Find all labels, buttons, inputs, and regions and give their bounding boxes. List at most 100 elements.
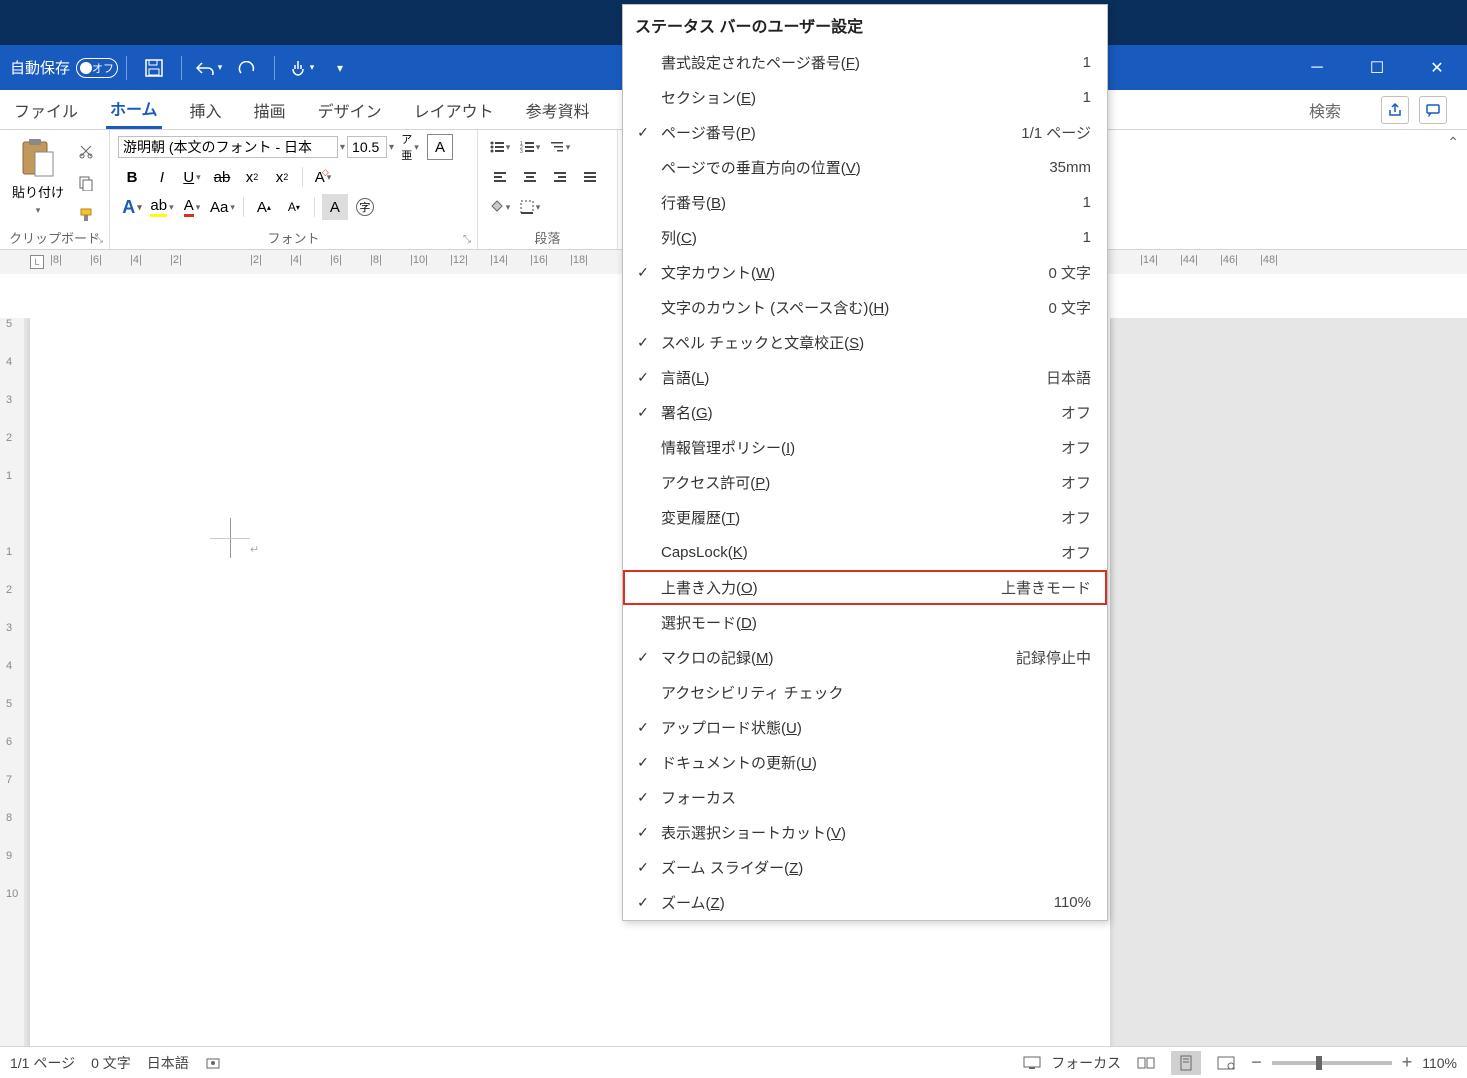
- font-dialog-launcher[interactable]: ⤡: [463, 234, 471, 245]
- copy-icon[interactable]: [73, 170, 99, 196]
- subscript-button[interactable]: x2: [239, 164, 265, 190]
- align-right-icon[interactable]: [547, 164, 573, 190]
- highlight-color-icon[interactable]: ab: [149, 194, 175, 220]
- statusbar-option-15[interactable]: 上書き入力(O)上書きモード: [623, 570, 1107, 605]
- status-language[interactable]: 日本語: [147, 1053, 189, 1073]
- statusbar-option-21[interactable]: ✓フォーカス: [623, 780, 1107, 815]
- statusbar-option-1[interactable]: セクション(E)1: [623, 80, 1107, 115]
- font-size-select[interactable]: [347, 136, 387, 158]
- statusbar-option-18[interactable]: アクセシビリティ チェック: [623, 675, 1107, 710]
- italic-button[interactable]: I: [149, 164, 175, 190]
- character-shading-icon[interactable]: A: [322, 194, 348, 220]
- statusbar-option-12[interactable]: アクセス許可(P)オフ: [623, 465, 1107, 500]
- statusbar-option-22[interactable]: ✓表示選択ショートカット(V): [623, 815, 1107, 850]
- tab-file[interactable]: ファイル: [10, 92, 82, 128]
- share-button[interactable]: [1381, 96, 1409, 124]
- bold-button[interactable]: B: [119, 164, 145, 190]
- status-word-count[interactable]: 0 文字: [91, 1053, 131, 1073]
- zoom-slider-thumb[interactable]: [1316, 1056, 1322, 1070]
- tab-home[interactable]: ホーム: [106, 90, 162, 129]
- vertical-ruler[interactable]: 5432112345678910: [0, 318, 24, 1046]
- format-painter-icon[interactable]: [73, 202, 99, 228]
- search-box[interactable]: 検索: [1309, 96, 1467, 124]
- statusbar-option-0[interactable]: 書式設定されたページ番号(F)1: [623, 45, 1107, 80]
- shading-icon[interactable]: [487, 194, 513, 220]
- statusbar-option-9[interactable]: ✓言語(L)日本語: [623, 360, 1107, 395]
- tab-design[interactable]: デザイン: [314, 92, 386, 128]
- statusbar-option-5[interactable]: 列(C)1: [623, 220, 1107, 255]
- redo-icon[interactable]: [232, 53, 262, 83]
- close-button[interactable]: ✕: [1407, 45, 1467, 90]
- font-name-select[interactable]: [118, 136, 338, 158]
- statusbar-option-11[interactable]: 情報管理ポリシー(I)オフ: [623, 430, 1107, 465]
- statusbar-option-2[interactable]: ✓ページ番号(P)1/1 ページ: [623, 115, 1107, 150]
- statusbar-option-4[interactable]: 行番号(B)1: [623, 185, 1107, 220]
- text-effects-icon[interactable]: A: [119, 194, 145, 220]
- change-case-icon[interactable]: Aa: [209, 194, 236, 220]
- minimize-button[interactable]: ─: [1287, 45, 1347, 90]
- statusbar-option-24[interactable]: ✓ズーム(Z)110%: [623, 885, 1107, 920]
- statusbar-option-6[interactable]: ✓文字カウント(W)0 文字: [623, 255, 1107, 290]
- bullets-icon[interactable]: [487, 134, 513, 160]
- status-focus[interactable]: フォーカス: [1051, 1053, 1121, 1073]
- comments-button[interactable]: [1419, 96, 1447, 124]
- tab-references[interactable]: 参考資料: [522, 92, 594, 128]
- statusbar-option-3[interactable]: ページでの垂直方向の位置(V)35mm: [623, 150, 1107, 185]
- statusbar-option-14[interactable]: CapsLock(K)オフ: [623, 535, 1107, 570]
- status-bar[interactable]: 1/1 ページ 0 文字 日本語 フォーカス − + 110%: [0, 1046, 1467, 1078]
- grow-font-icon[interactable]: A▴: [251, 194, 277, 220]
- zoom-level[interactable]: 110%: [1422, 1055, 1457, 1071]
- superscript-button[interactable]: x2: [269, 164, 295, 190]
- tab-layout[interactable]: レイアウト: [410, 92, 498, 128]
- shrink-font-icon[interactable]: A▾: [281, 194, 307, 220]
- toggle-switch[interactable]: オフ: [76, 58, 118, 78]
- align-left-icon[interactable]: [487, 164, 513, 190]
- statusbar-option-20[interactable]: ✓ドキュメントの更新(U): [623, 745, 1107, 780]
- collapse-ribbon-icon[interactable]: ⌃: [1447, 134, 1459, 151]
- macro-record-icon[interactable]: [205, 1055, 221, 1071]
- multilevel-list-icon[interactable]: [547, 134, 573, 160]
- zoom-in-button[interactable]: +: [1402, 1052, 1413, 1073]
- character-border-icon[interactable]: A: [427, 134, 453, 160]
- ruler-tick: 9: [6, 850, 12, 862]
- numbering-icon[interactable]: 123: [517, 134, 543, 160]
- zoom-out-button[interactable]: −: [1251, 1052, 1262, 1073]
- align-center-icon[interactable]: [517, 164, 543, 190]
- maximize-button[interactable]: ☐: [1347, 45, 1407, 90]
- enclose-characters-icon[interactable]: 字: [352, 194, 378, 220]
- undo-icon[interactable]: ▾: [194, 53, 224, 83]
- strikethrough-button[interactable]: ab: [209, 164, 235, 190]
- statusbar-option-17[interactable]: ✓マクロの記録(M)記録停止中: [623, 640, 1107, 675]
- read-mode-icon[interactable]: [1131, 1051, 1161, 1075]
- paste-button[interactable]: 貼り付け ▾: [8, 134, 68, 228]
- tab-draw[interactable]: 描画: [250, 92, 290, 128]
- display-settings-icon[interactable]: [1023, 1055, 1041, 1071]
- statusbar-option-13[interactable]: 変更履歴(T)オフ: [623, 500, 1107, 535]
- statusbar-option-7[interactable]: 文字のカウント (スペース含む)(H)0 文字: [623, 290, 1107, 325]
- font-color-icon[interactable]: A: [179, 194, 205, 220]
- tab-insert[interactable]: 挿入: [186, 92, 226, 128]
- statusbar-option-16[interactable]: 選択モード(D): [623, 605, 1107, 640]
- web-layout-icon[interactable]: [1211, 1051, 1241, 1075]
- zoom-slider[interactable]: [1272, 1061, 1392, 1065]
- borders-icon[interactable]: [517, 194, 543, 220]
- ruler-tick: |6|: [90, 254, 102, 266]
- statusbar-option-8[interactable]: ✓スペル チェックと文章校正(S): [623, 325, 1107, 360]
- clear-formatting-icon[interactable]: A◇: [310, 164, 336, 190]
- touch-mode-icon[interactable]: ▾: [287, 53, 317, 83]
- statusbar-option-23[interactable]: ✓ズーム スライダー(Z): [623, 850, 1107, 885]
- qat-customize-icon[interactable]: ▾: [325, 53, 355, 83]
- justify-icon[interactable]: [577, 164, 603, 190]
- print-layout-icon[interactable]: [1171, 1051, 1201, 1075]
- ruler-tick: |4|: [130, 254, 142, 266]
- save-icon[interactable]: [139, 53, 169, 83]
- tab-selector[interactable]: L: [30, 255, 44, 269]
- cut-icon[interactable]: [73, 138, 99, 164]
- clipboard-dialog-launcher[interactable]: ⤡: [95, 234, 103, 245]
- statusbar-option-10[interactable]: ✓署名(G)オフ: [623, 395, 1107, 430]
- underline-button[interactable]: U: [179, 164, 205, 190]
- autosave-toggle[interactable]: 自動保存 オフ: [10, 57, 118, 78]
- status-page[interactable]: 1/1 ページ: [10, 1053, 75, 1073]
- statusbar-option-19[interactable]: ✓アップロード状態(U): [623, 710, 1107, 745]
- phonetic-guide-icon[interactable]: ア亜: [397, 134, 423, 160]
